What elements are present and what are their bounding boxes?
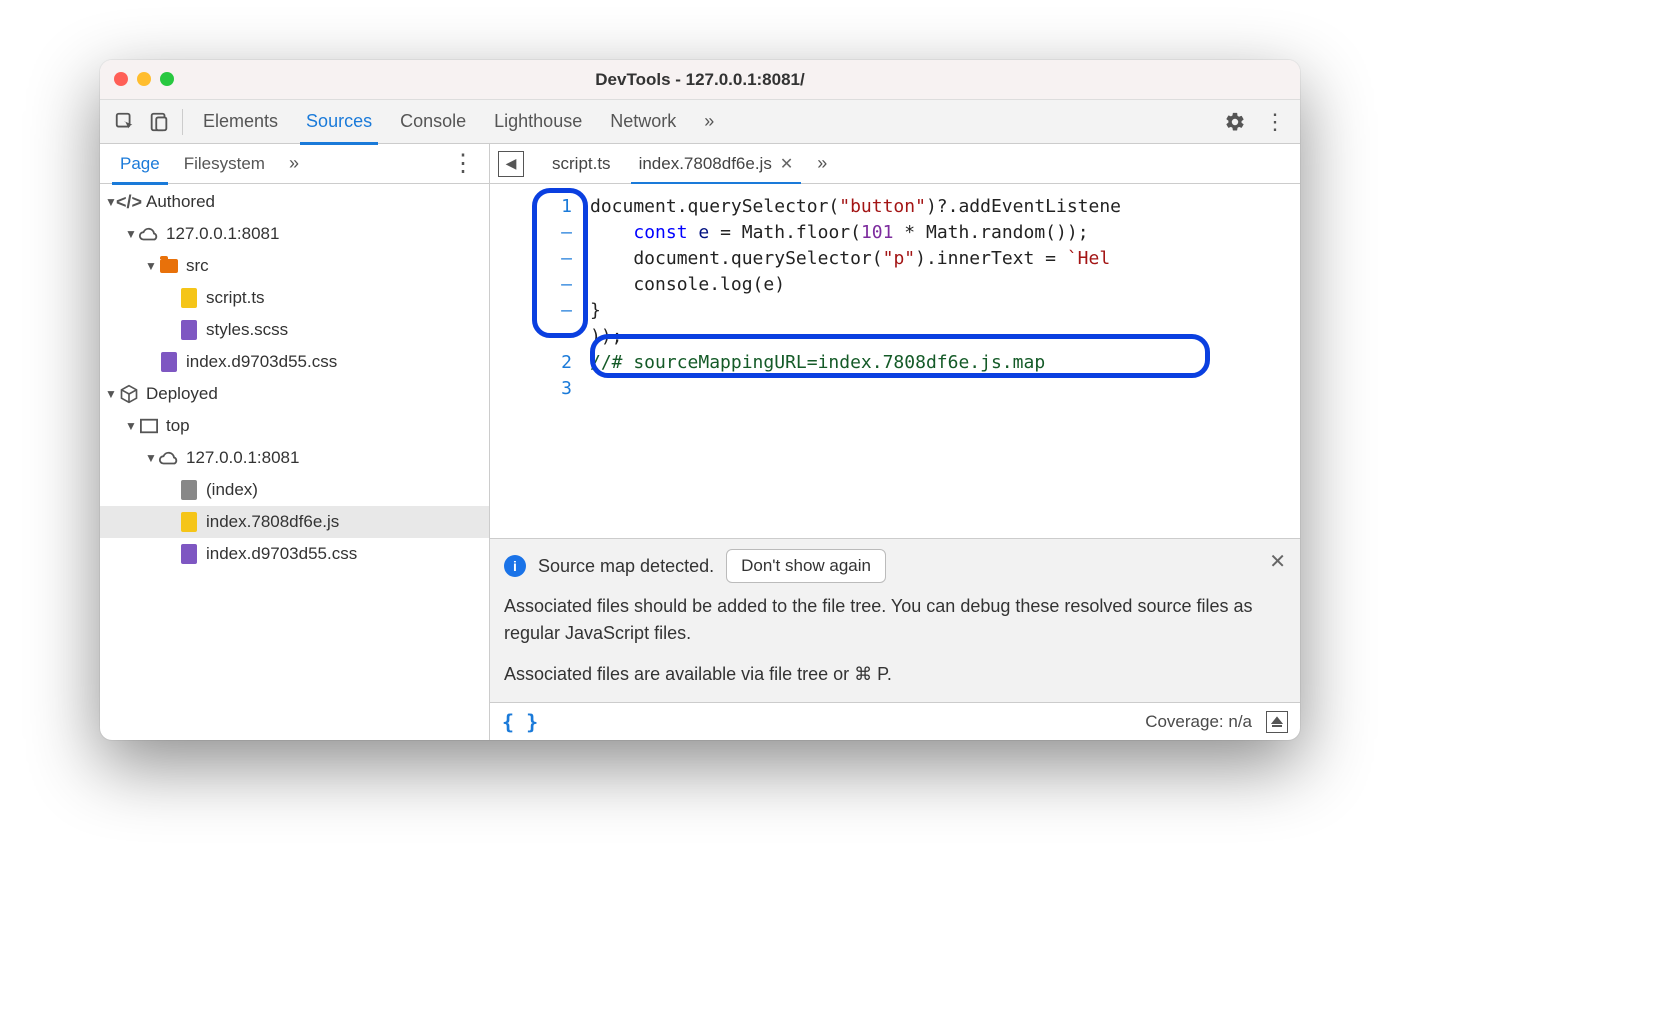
editor-tabs-overflow-icon[interactable]: »	[807, 153, 837, 174]
file-icon	[178, 479, 200, 501]
tab-label: Console	[400, 111, 466, 132]
code-editor[interactable]: 1 – – – – 2 3 document.querySelector("bu…	[490, 184, 1300, 538]
tree-origin[interactable]: ▼ 127.0.0.1:8081	[100, 442, 489, 474]
dont-show-again-button[interactable]: Don't show again	[726, 549, 886, 583]
infobar-text: Associated files should be added to the …	[504, 593, 1286, 647]
tree-label: (index)	[206, 480, 258, 500]
tree-group-deployed[interactable]: ▼ Deployed	[100, 378, 489, 410]
js-file-icon	[178, 511, 200, 533]
file-tree: ▼ </> Authored ▼ 127.0.0.1:8081 ▼ src	[100, 184, 489, 740]
tree-label: styles.scss	[206, 320, 288, 340]
infobar-text: Associated files are available via file …	[504, 661, 1286, 688]
button-label: Don't show again	[741, 556, 871, 575]
tree-label: 127.0.0.1:8081	[186, 448, 299, 468]
panels-tabstrip: Elements Sources Console Lighthouse Netw…	[100, 100, 1300, 144]
tab-label: Filesystem	[184, 154, 265, 174]
navigator-tab-filesystem[interactable]: Filesystem	[172, 144, 277, 184]
navigator-tabs-overflow-icon[interactable]: »	[281, 153, 307, 174]
tree-label: top	[166, 416, 190, 436]
editor-pane: ◀ script.ts index.7808df6e.js ✕ » 1 – – …	[490, 144, 1300, 740]
editor-tabstrip: ◀ script.ts index.7808df6e.js ✕ »	[490, 144, 1300, 184]
tree-label: src	[186, 256, 209, 276]
code-content: document.querySelector("button")?.addEve…	[584, 184, 1300, 538]
tree-label: index.7808df6e.js	[206, 512, 339, 532]
settings-gear-icon[interactable]	[1218, 105, 1252, 139]
cube-icon	[118, 383, 140, 405]
close-tab-icon[interactable]: ✕	[780, 154, 793, 174]
tree-frame-top[interactable]: ▼ top	[100, 410, 489, 442]
tree-folder-src[interactable]: ▼ src	[100, 250, 489, 282]
line-gutter: 1 – – – – 2 3	[490, 184, 584, 538]
navigator-tab-page[interactable]: Page	[108, 144, 172, 184]
tabs-overflow-icon[interactable]: »	[690, 100, 728, 144]
zoom-window-button[interactable]	[160, 72, 174, 86]
tree-label: Deployed	[146, 384, 218, 404]
tree-file[interactable]: index.d9703d55.css	[100, 346, 489, 378]
infobar-title: Source map detected.	[538, 556, 714, 577]
editor-status-bar: { } Coverage: n/a	[490, 702, 1300, 740]
tab-elements[interactable]: Elements	[189, 100, 292, 144]
tree-file[interactable]: script.ts	[100, 282, 489, 314]
tab-label: index.7808df6e.js	[639, 154, 772, 174]
toggle-navigator-icon[interactable]: ◀	[498, 151, 524, 177]
folder-icon	[158, 255, 180, 277]
tree-origin[interactable]: ▼ 127.0.0.1:8081	[100, 218, 489, 250]
titlebar: DevTools - 127.0.0.1:8081/	[100, 60, 1300, 100]
inspect-element-icon[interactable]	[108, 105, 142, 139]
frame-icon	[138, 415, 160, 437]
css-file-icon	[178, 543, 200, 565]
source-map-comment: //# sourceMappingURL=index.7808df6e.js.m…	[590, 352, 1045, 373]
tab-sources[interactable]: Sources	[292, 100, 386, 144]
tab-label: Network	[610, 111, 676, 132]
tab-label: script.ts	[552, 154, 611, 174]
tab-label: Lighthouse	[494, 111, 582, 132]
tab-console[interactable]: Console	[386, 100, 480, 144]
coverage-status: Coverage: n/a	[1145, 712, 1252, 732]
devtools-window: DevTools - 127.0.0.1:8081/ Elements Sour…	[100, 60, 1300, 740]
tree-file[interactable]: index.d9703d55.css	[100, 538, 489, 570]
infobar-close-icon[interactable]: ✕	[1269, 549, 1286, 574]
code-icon: </>	[118, 191, 140, 213]
show-drawer-icon[interactable]	[1266, 711, 1288, 733]
window-controls	[114, 72, 174, 86]
sources-sidebar: Page Filesystem » ⋮ ▼ </> Authored ▼ 127	[100, 144, 490, 740]
device-toolbar-icon[interactable]	[142, 105, 176, 139]
editor-tab[interactable]: script.ts	[538, 144, 625, 184]
tree-file-selected[interactable]: index.7808df6e.js	[100, 506, 489, 538]
navigator-tabs: Page Filesystem » ⋮	[100, 144, 489, 184]
tab-label: Elements	[203, 111, 278, 132]
css-file-icon	[178, 319, 200, 341]
tree-label: Authored	[146, 192, 215, 212]
tab-network[interactable]: Network	[596, 100, 690, 144]
editor-tab-active[interactable]: index.7808df6e.js ✕	[625, 144, 808, 184]
minimize-window-button[interactable]	[137, 72, 151, 86]
kebab-menu-icon[interactable]: ⋮	[1258, 105, 1292, 139]
tab-lighthouse[interactable]: Lighthouse	[480, 100, 596, 144]
pretty-print-icon[interactable]: { }	[502, 710, 538, 734]
tree-file[interactable]: (index)	[100, 474, 489, 506]
tab-label: Page	[120, 154, 160, 174]
tree-label: index.d9703d55.css	[186, 352, 337, 372]
close-window-button[interactable]	[114, 72, 128, 86]
tree-label: 127.0.0.1:8081	[166, 224, 279, 244]
tree-label: index.d9703d55.css	[206, 544, 357, 564]
window-title: DevTools - 127.0.0.1:8081/	[595, 70, 804, 90]
cloud-icon	[138, 223, 160, 245]
tree-file[interactable]: styles.scss	[100, 314, 489, 346]
info-icon: i	[504, 555, 526, 577]
source-map-infobar: i Source map detected. Don't show again …	[490, 538, 1300, 702]
tree-group-authored[interactable]: ▼ </> Authored	[100, 186, 489, 218]
js-file-icon	[178, 287, 200, 309]
cloud-icon	[158, 447, 180, 469]
tree-label: script.ts	[206, 288, 265, 308]
tab-label: Sources	[306, 111, 372, 132]
navigator-kebab-icon[interactable]: ⋮	[437, 152, 489, 176]
css-file-icon	[158, 351, 180, 373]
